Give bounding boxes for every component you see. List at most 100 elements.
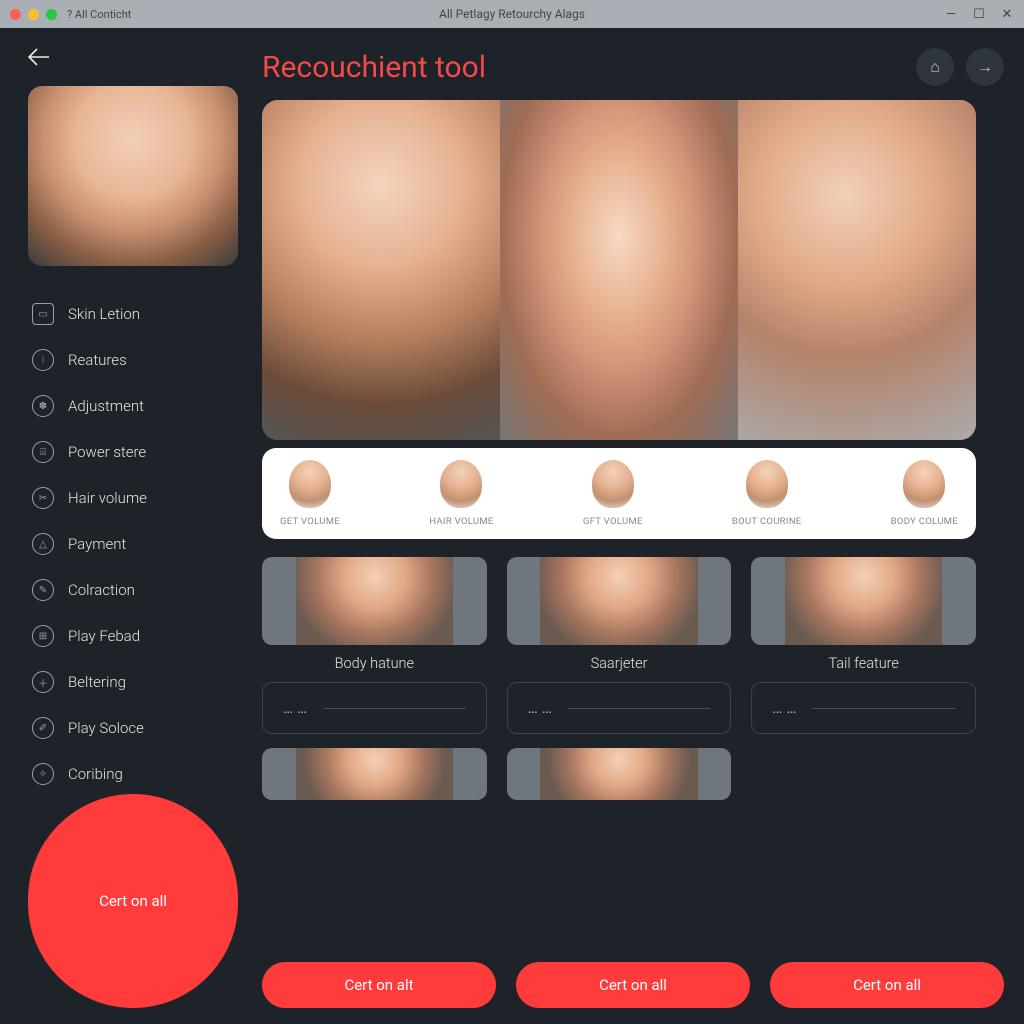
nav-item-payment[interactable]: △ Payment	[28, 524, 238, 564]
nav-label: Reatures	[68, 351, 127, 369]
grid-icon: ⊞	[32, 625, 54, 647]
preset-avatar-icon	[440, 460, 482, 508]
nav-label: Adjustment	[68, 397, 144, 415]
apply-button-2[interactable]: Cert on all	[516, 962, 750, 1008]
apply-button-1[interactable]: Cert on alt	[262, 962, 496, 1008]
window-close-dot[interactable]	[10, 9, 21, 20]
card-label: Tail feature	[751, 655, 976, 672]
preset-get-volume[interactable]: GET VOLUME	[280, 460, 340, 527]
card-extra-1	[262, 748, 487, 800]
nav-item-adjustment[interactable]: ✽ Adjustment	[28, 386, 238, 426]
main-content: Recouchient tool ⌂ → GET VOLUME	[258, 28, 1024, 1024]
sidebar-apply-button[interactable]: Cert on all	[28, 794, 238, 1008]
portrait-image	[785, 557, 942, 645]
card-slider[interactable]: ……	[262, 682, 487, 734]
hero-face-3	[738, 100, 976, 440]
card-slider[interactable]: ……	[751, 682, 976, 734]
preset-avatar-icon	[903, 460, 945, 508]
card-thumbnail[interactable]	[751, 557, 976, 645]
back-button[interactable]	[28, 48, 58, 66]
window-maximize-icon[interactable]: ☐	[972, 7, 986, 22]
page-title: Recouchient tool	[262, 50, 486, 85]
preset-avatar-icon	[592, 460, 634, 508]
face-thumbnail-image	[28, 86, 238, 266]
nav-item-features[interactable]: i Reatures	[28, 340, 238, 380]
nav-item-beltering[interactable]: ＋ Beltering	[28, 662, 238, 702]
titlebar-breadcrumb: ? All Conticht	[67, 8, 131, 21]
preset-avatar-icon	[746, 460, 788, 508]
preset-strip: GET VOLUME HAIR VOLUME GFT VOLUME BOUT C…	[262, 448, 976, 539]
preset-bout-courine[interactable]: BOUT COURINE	[732, 460, 802, 527]
titlebar-title: All Petlagy Retourchy Alags	[439, 7, 585, 21]
card-label: Saarjeter	[507, 655, 732, 672]
card-thumbnail[interactable]	[507, 557, 732, 645]
preset-hair-volume[interactable]: HAIR VOLUME	[429, 460, 493, 527]
preset-body-colume[interactable]: BODY COLUME	[891, 460, 958, 527]
nav-item-skin[interactable]: ▭ Skin Letion	[28, 294, 238, 334]
slider-dots-icon: ……	[283, 699, 311, 717]
nav-item-playsoloce[interactable]: ✐ Play Soloce	[28, 708, 238, 748]
plus-icon: ＋	[32, 671, 54, 693]
brush-icon: ✎	[32, 579, 54, 601]
nav-label: Power stere	[68, 443, 146, 461]
pen-icon: ✐	[32, 717, 54, 739]
preset-label: HAIR VOLUME	[429, 516, 493, 527]
nav-label: Colraction	[68, 581, 135, 599]
nav-item-correction[interactable]: ✎ Colraction	[28, 570, 238, 610]
card-thumbnail[interactable]	[262, 748, 487, 800]
preset-avatar-icon	[289, 460, 331, 508]
window-minimize-icon[interactable]: —	[944, 7, 958, 22]
slider-track	[568, 708, 711, 709]
preset-label: BOUT COURINE	[732, 516, 802, 527]
nav-label: Play Soloce	[68, 719, 144, 737]
scissors-icon: ✂	[32, 487, 54, 509]
preset-gft-volume[interactable]: GFT VOLUME	[583, 460, 643, 527]
card-slider[interactable]: ……	[507, 682, 732, 734]
nav-item-power[interactable]: ⍓ Power stere	[28, 432, 238, 472]
nav-item-coribing[interactable]: ✧ Coribing	[28, 754, 238, 794]
traffic-lights	[10, 9, 57, 20]
sidebar-thumbnail[interactable]	[28, 86, 238, 266]
portrait-image	[540, 748, 697, 800]
gear-icon: ✽	[32, 395, 54, 417]
window-zoom-dot[interactable]	[46, 9, 57, 20]
cards-row-1: Body hatune …… Saarjeter …… Tail feature	[262, 557, 976, 734]
card-saarjeter: Saarjeter ……	[507, 557, 732, 734]
warning-icon: △	[32, 533, 54, 555]
nav-label: Coribing	[68, 765, 123, 783]
card-thumbnail[interactable]	[262, 557, 487, 645]
nav-label: Payment	[68, 535, 126, 553]
window-close-icon[interactable]: ✕	[1000, 7, 1014, 22]
hero-face-2	[500, 100, 738, 440]
nav-item-hair-volume[interactable]: ✂ Hair volume	[28, 478, 238, 518]
bottom-buttons-row: Cert on alt Cert on all Cert on all	[262, 948, 1004, 1008]
sidebar-nav: ▭ Skin Letion i Reatures ✽ Adjustment ⍓ …	[28, 294, 238, 794]
sidebar: ▭ Skin Letion i Reatures ✽ Adjustment ⍓ …	[0, 28, 258, 1024]
apply-button-3[interactable]: Cert on all	[770, 962, 1004, 1008]
titlebar-window-controls: — ☐ ✕	[944, 7, 1014, 22]
slider-dots-icon: ……	[528, 699, 556, 717]
slider-dots-icon: ……	[772, 699, 800, 717]
hero-face-1	[262, 100, 500, 440]
nav-item-playfebad[interactable]: ⊞ Play Febad	[28, 616, 238, 656]
hero-preview[interactable]	[262, 100, 976, 440]
card-body-feature: Body hatune ……	[262, 557, 487, 734]
card-tail-feature: Tail feature ……	[751, 557, 976, 734]
portrait-image	[540, 557, 697, 645]
card-thumbnail[interactable]	[507, 748, 732, 800]
post-icon: ⍓	[32, 441, 54, 463]
header-actions: ⌂ →	[916, 48, 1004, 86]
preset-label: BODY COLUME	[891, 516, 958, 527]
arrow-right-icon: →	[977, 57, 993, 77]
nav-label: Beltering	[68, 673, 126, 691]
notification-button[interactable]: ⌂	[916, 48, 954, 86]
cards-row-2	[262, 748, 976, 800]
header-row: Recouchient tool ⌂ →	[262, 48, 1004, 86]
nav-label: Play Febad	[68, 627, 140, 645]
card-extra-2	[507, 748, 732, 800]
card-label: Body hatune	[262, 655, 487, 672]
next-button[interactable]: →	[966, 48, 1004, 86]
preset-label: GFT VOLUME	[583, 516, 643, 527]
window-minimize-dot[interactable]	[28, 9, 39, 20]
portrait-image	[296, 557, 453, 645]
